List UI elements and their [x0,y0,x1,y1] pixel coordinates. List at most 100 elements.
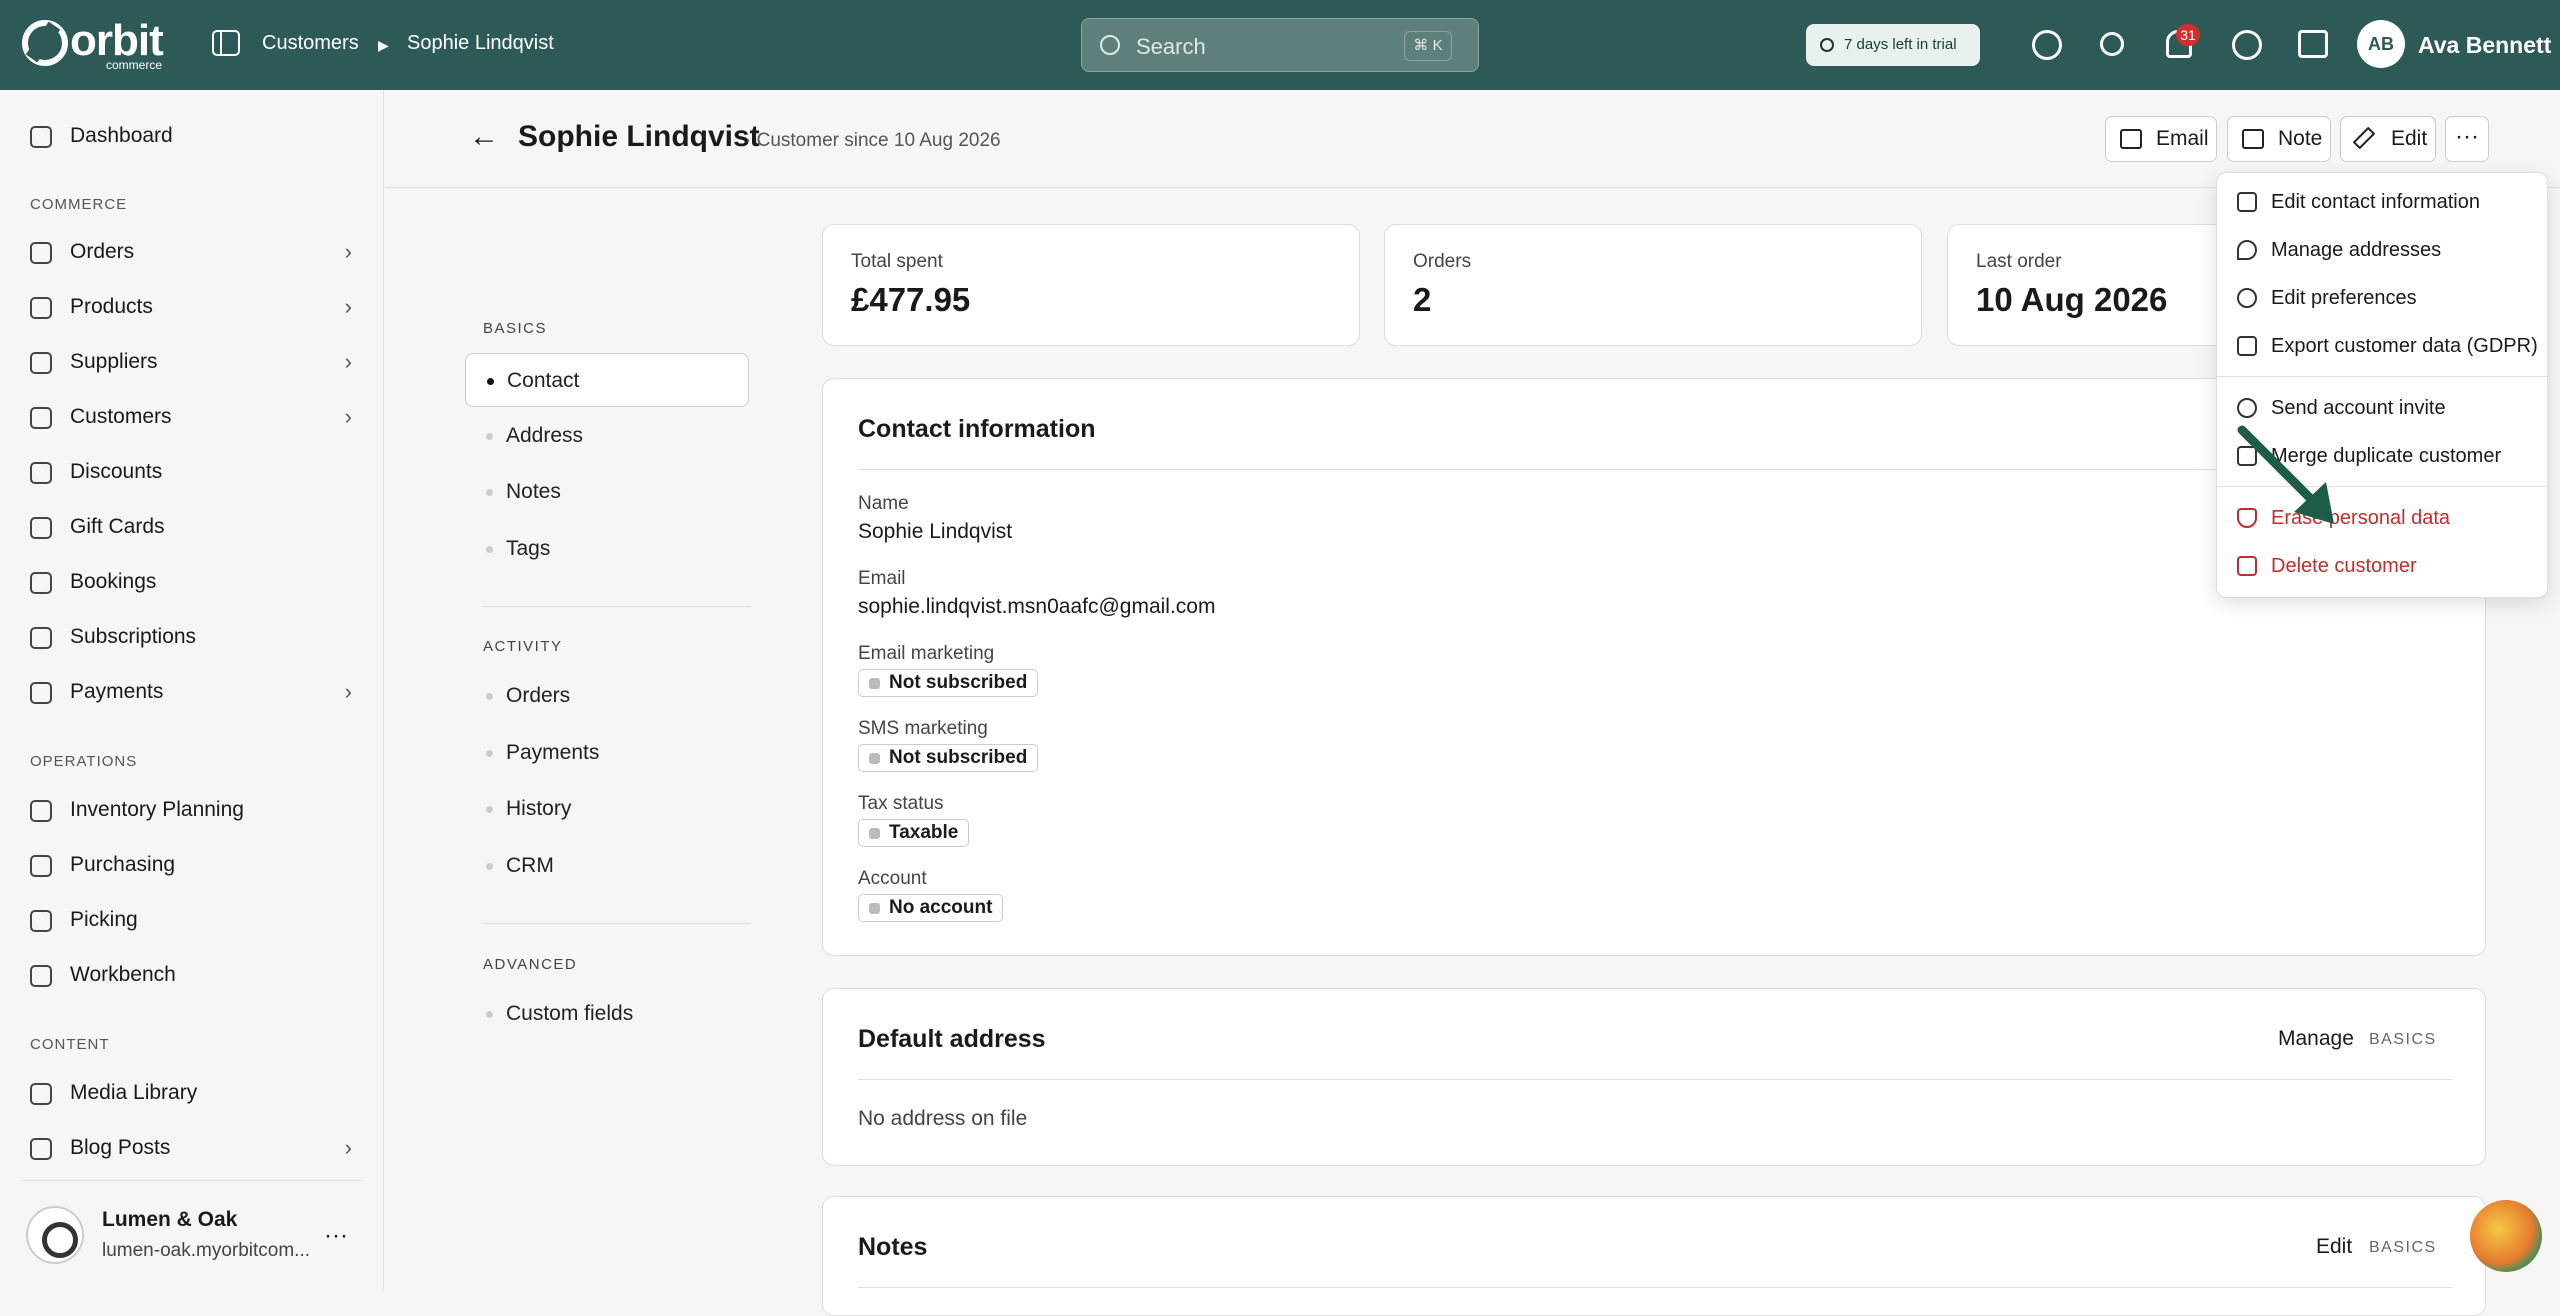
chevron-right-icon: › [344,404,352,429]
theme-toggle-icon[interactable] [2100,32,2124,56]
sidebar-label: Dashboard [70,124,173,147]
notes-card: Notes Edit BASICS [822,1196,2486,1316]
trash-icon [2237,556,2257,576]
page-title: Sophie Lindqvist [518,120,760,153]
card-icon [30,682,52,704]
sidebar-item-workbench[interactable]: Workbench [0,951,384,999]
sidebar-item-gift-cards[interactable]: Gift Cards [0,503,384,551]
back-arrow-icon[interactable]: ← [469,120,499,154]
store-logo[interactable] [26,1206,84,1264]
notification-count: 31 [2176,24,2200,46]
field-label: Tax status [858,793,944,814]
manage-address-link[interactable]: Manage [2278,1027,2354,1051]
sidebar-label: Payments [70,680,164,703]
store-url: lumen-oak.myorbitcom... [102,1240,311,1261]
sidebar-item-customers[interactable]: Customers › [0,393,384,441]
avatar[interactable]: AB [2357,20,2405,68]
subnav-section-advanced: ADVANCED [483,956,578,973]
subnav-address[interactable]: Address [465,409,749,463]
empty-address-text: No address on file [858,1107,1028,1130]
sidebar-toggle-icon[interactable] [212,30,240,56]
field-label: Name [858,493,909,514]
section-tag: BASICS [2369,1031,2437,1048]
download-icon [2237,336,2257,356]
sidebar-label: Subscriptions [70,625,197,648]
subnav-payments[interactable]: Payments [465,726,749,780]
sidebar-item-media-library[interactable]: Media Library [0,1069,384,1117]
image-icon [30,1083,52,1105]
email-button[interactable]: Email [2105,116,2217,162]
logo-sub: commerce [106,58,163,72]
purchasing-icon [30,855,52,877]
pointer-arrow-icon [2237,425,2334,524]
sidebar-item-inventory-planning[interactable]: Inventory Planning [0,786,384,834]
user-name[interactable]: Ava Bennett [2418,32,2551,59]
sidebar-item-bookings[interactable]: Bookings [0,558,384,606]
sidebar-item-purchasing[interactable]: Purchasing [0,841,384,889]
subnav-history[interactable]: History [465,782,749,836]
stat-label: Last order [1976,251,2062,272]
store-name[interactable]: Lumen & Oak [102,1208,237,1232]
subnav-tags[interactable]: Tags [465,522,749,576]
sidebar-label: Blog Posts [70,1136,171,1159]
inventory-icon [30,800,52,822]
customers-icon [30,407,52,429]
menu-item-edit-preferences[interactable]: Edit preferences [2217,275,2549,321]
menu-item-delete-customer[interactable]: Delete customer [2217,543,2549,589]
menu-item-manage-addresses[interactable]: Manage addresses [2217,227,2549,273]
note-button[interactable]: Note [2227,116,2331,162]
card-title: Default address [858,1025,1046,1053]
subnav-orders[interactable]: Orders [465,669,749,723]
orders-icon [30,242,52,264]
sidebar-label: Orders [70,240,135,263]
store-icon[interactable] [2298,30,2328,58]
section-operations: OPERATIONS [30,753,138,770]
sidebar-item-subscriptions[interactable]: Subscriptions [0,613,384,661]
location-pin-icon [2237,240,2257,260]
subnav-notes[interactable]: Notes [465,465,749,519]
support-icon[interactable] [2232,30,2262,60]
help-icon[interactable] [2032,30,2062,60]
sidebar-item-discounts[interactable]: Discounts [0,448,384,496]
edit-button[interactable]: Edit [2340,116,2436,162]
menu-item-label: Send account invite [2271,397,2446,419]
sidebar-item-products[interactable]: Products › [0,283,384,331]
sidebar-label: Media Library [70,1081,198,1104]
card-title: Notes [858,1233,928,1261]
subnav-custom-fields[interactable]: Custom fields [465,987,749,1041]
subnav-crm[interactable]: CRM [465,839,749,893]
sidebar-item-orders[interactable]: Orders › [0,228,384,276]
edit-button-label: Edit [2391,127,2428,150]
sidebar-item-blog-posts[interactable]: Blog Posts › [0,1124,384,1172]
location-pin-icon [30,910,52,932]
gift-icon [30,517,52,539]
trial-badge[interactable]: 7 days left in trial [1806,24,1980,66]
sidebar-item-suppliers[interactable]: Suppliers › [0,338,384,386]
stat-value: £477.95 [851,281,971,318]
stat-card-orders: Orders 2 [1384,224,1922,346]
menu-item-label: Edit preferences [2271,287,2417,309]
sidebar-item-picking[interactable]: Picking [0,896,384,944]
more-horizontal-icon[interactable]: ··· [324,1222,348,1250]
chevron-right-icon: › [344,239,352,264]
sidebar-label: Customers [70,405,172,428]
edit-notes-link[interactable]: Edit [2316,1235,2352,1259]
status-badge: Not subscribed [858,744,1039,772]
sidebar-item-dashboard[interactable]: Dashboard [0,112,384,160]
more-actions-button[interactable]: ··· [2445,116,2489,162]
breadcrumb-customers[interactable]: Customers [262,32,359,55]
status-badge: Not subscribed [858,669,1039,697]
stat-value: 10 Aug 2026 [1976,281,2168,318]
search-input[interactable]: Search ⌘ K [1081,18,1479,72]
menu-item-export-gdpr[interactable]: Export customer data (GDPR) [2217,323,2549,369]
assistant-avatar-icon[interactable] [2470,1200,2542,1272]
menu-item-edit-contact[interactable]: Edit contact information [2217,179,2549,225]
chevron-right-icon: › [344,1135,352,1160]
orbit-logo[interactable]: orbit commerce [22,16,170,72]
subnav-contact[interactable]: Contact [465,353,749,407]
menu-divider [2217,376,2549,377]
sidebar-label: Workbench [70,963,176,986]
sidebar-item-payments[interactable]: Payments › [0,668,384,716]
breadcrumb-separator-icon: ▶ [378,37,389,53]
field-value-email[interactable]: sophie.lindqvist.msn0aafc@gmail.com [858,595,1215,619]
